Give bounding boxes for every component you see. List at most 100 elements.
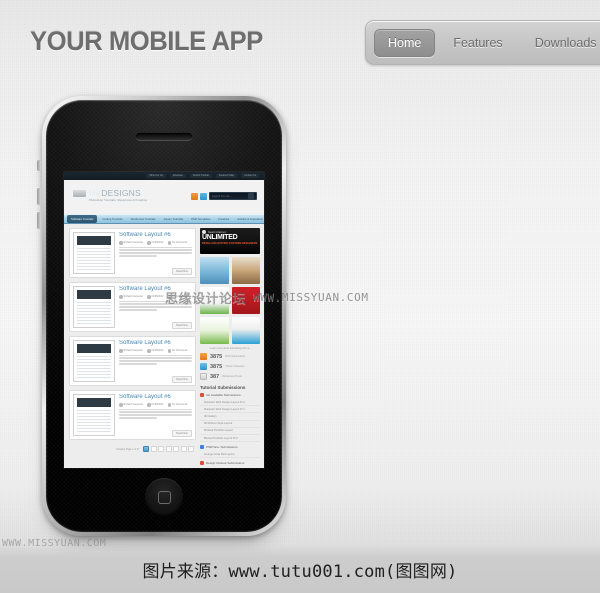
nav-item-features[interactable]: Features bbox=[439, 29, 516, 57]
post-author: Richard Carpenter bbox=[119, 241, 143, 245]
magnifier-icon[interactable] bbox=[248, 193, 254, 199]
volume-up-button[interactable] bbox=[37, 188, 41, 205]
sidebar-list-item[interactable]: Grunge Coda Pad Layout bbox=[200, 451, 260, 459]
post-item[interactable]: Software Layout #6 Richard Carpenter 01/… bbox=[69, 336, 196, 386]
ad-tile-5[interactable] bbox=[200, 317, 229, 344]
sidebar-group-label: Iori Available Submissions bbox=[206, 393, 241, 397]
post-comments: No Comments bbox=[167, 403, 187, 407]
sidebar-group-label: PSDTuts+ Submissions bbox=[206, 445, 238, 450]
read-more-button[interactable]: Read More bbox=[172, 321, 192, 329]
rss-icon[interactable] bbox=[191, 192, 198, 200]
ad-tile-2[interactable] bbox=[231, 257, 260, 284]
pagination-page-6[interactable] bbox=[180, 446, 187, 452]
website-nav-wordpress[interactable]: Wordpress Tutorials bbox=[128, 217, 159, 221]
utility-link-freebie[interactable]: Freebie Friday bbox=[215, 173, 238, 179]
pagination-page-4[interactable] bbox=[165, 446, 172, 452]
logo-text-designs: DESIGNS bbox=[101, 188, 141, 198]
website-nav-jquery[interactable]: Jquery Tutorials bbox=[160, 217, 186, 221]
post-title[interactable]: Software Layout #6 bbox=[119, 394, 192, 401]
post-meta: Richard Carpenter 01/05/2012 No Comments bbox=[119, 241, 192, 245]
post-item[interactable]: Software Layout #6 Richard Carpenter 01/… bbox=[69, 390, 196, 440]
post-readmore-wrap: Read More bbox=[119, 421, 192, 439]
ad-note: Learn more about advertising with us bbox=[210, 347, 250, 350]
bullet-icon bbox=[200, 393, 204, 397]
post-thumbnail bbox=[73, 340, 115, 382]
sidebar-group-1: Iori Available Submissions bbox=[200, 393, 260, 397]
logo-mark-icon bbox=[73, 190, 86, 197]
twitter-icon[interactable] bbox=[200, 192, 207, 200]
stat-number: 387 bbox=[210, 373, 220, 380]
volume-down-button[interactable] bbox=[37, 212, 41, 229]
logo-text: HVDESIGNS bbox=[89, 188, 147, 198]
pagination-page-1[interactable] bbox=[143, 446, 149, 452]
footer-source-text: 图片来源：www.tutu001.com(图图网) bbox=[142, 561, 458, 582]
sidebar-list-item[interactable]: Illustrator Web Design Layout Pt 2 bbox=[200, 399, 260, 407]
website-nav-software[interactable]: Software Tutorials bbox=[67, 215, 98, 223]
utility-link-submit[interactable]: Submit Tutorial bbox=[189, 173, 212, 179]
utility-link-advertise[interactable]: Advertise bbox=[169, 173, 186, 179]
read-more-button[interactable]: Read More bbox=[172, 267, 192, 275]
post-readmore-wrap: Read More bbox=[119, 367, 192, 385]
sidebar-list-item[interactable]: Minimal Portfolio Layout bbox=[200, 428, 260, 435]
post-date: 01/05/2012 bbox=[147, 295, 164, 299]
pagination-page-5[interactable] bbox=[173, 446, 179, 452]
phone-screen[interactable]: Write For Us Advertise Submit Tutorial F… bbox=[64, 172, 264, 468]
stat-caption: Twitter Followers bbox=[225, 365, 245, 368]
utility-link-contact[interactable]: Contact Us bbox=[241, 173, 259, 179]
sidebar-list-item[interactable]: Info Member Illustration bbox=[200, 467, 260, 468]
post-excerpt bbox=[119, 354, 192, 365]
post-author: Richard Carpenter bbox=[119, 403, 143, 407]
sidebar-list-item[interactable]: 3D Gallery bbox=[200, 413, 260, 421]
sidebar-list-item[interactable]: 3D Ribbon Style Layout bbox=[200, 421, 260, 428]
logo-text-hv: HV bbox=[89, 188, 102, 198]
silent-switch[interactable] bbox=[37, 160, 41, 171]
website-nav-psd[interactable]: PSD Templates bbox=[188, 217, 213, 221]
watermark-center: 思缘设计论坛 WWW.MISSYUAN.COM bbox=[165, 288, 369, 307]
website-header: HVDESIGNS Photoshop Tutorials, Resources… bbox=[64, 180, 264, 214]
footer-band: 图片来源：www.tutu001.com(图图网) bbox=[0, 545, 600, 593]
rss-icon bbox=[200, 353, 207, 360]
search-input[interactable]: Search this site... bbox=[209, 192, 257, 200]
stat-caption: Wordpress Posts bbox=[222, 375, 242, 378]
read-more-button[interactable]: Read More bbox=[172, 375, 192, 383]
sidebar-list-item[interactable]: Illustrator Web Design Layout Pt 1 bbox=[200, 406, 260, 414]
ad-banner-hero[interactable]: heart internet UNLIMITED RESELLER HOSTIN… bbox=[200, 228, 260, 254]
post-date: 01/05/2012 bbox=[147, 241, 164, 245]
utility-link-write[interactable]: Write For Us bbox=[146, 173, 166, 179]
post-title[interactable]: Software Layout #6 bbox=[119, 340, 192, 347]
nav-item-home[interactable]: Home bbox=[374, 28, 436, 57]
post-date: 01/05/2012 bbox=[147, 403, 164, 407]
read-more-button[interactable]: Read More bbox=[172, 429, 192, 437]
website-nav-freebies[interactable]: Freebies bbox=[215, 217, 232, 221]
ad-subline: RESELLER HOSTING FOR WEB DESIGNERS bbox=[202, 242, 258, 245]
author-icon bbox=[119, 295, 123, 299]
post-thumbnail bbox=[73, 286, 115, 328]
stats-list: 3875 RSS Subscribers 3875 Twitter Follow… bbox=[200, 353, 260, 380]
pagination-page-2[interactable] bbox=[150, 446, 157, 452]
post-comments: No Comments bbox=[167, 241, 187, 245]
website-logo[interactable]: HVDESIGNS Photoshop Tutorials, Resources… bbox=[73, 189, 147, 202]
post-author: Richard Carpenter bbox=[119, 349, 143, 353]
sidebar-group-label: Design Outlook Submissions bbox=[206, 461, 245, 466]
ad-row-3 bbox=[200, 317, 260, 344]
home-button[interactable] bbox=[145, 478, 183, 516]
website-nav-articles[interactable]: Articles & Inspiration bbox=[234, 217, 264, 221]
post-date: 01/05/2012 bbox=[147, 349, 164, 353]
calendar-icon bbox=[147, 349, 151, 353]
website-nav-coding[interactable]: Coding Tutorials bbox=[99, 217, 125, 221]
ad-tile-1[interactable] bbox=[200, 257, 229, 284]
post-item[interactable]: Software Layout #6 Richard Carpenter 01/… bbox=[69, 228, 196, 278]
ad-tile-6[interactable] bbox=[231, 317, 260, 344]
post-meta: Richard Carpenter 01/05/2012 No Comments bbox=[119, 349, 192, 353]
website-main-column: Software Layout #6 Richard Carpenter 01/… bbox=[64, 224, 200, 468]
nav-item-downloads[interactable]: Downloads bbox=[521, 29, 600, 57]
watermark-chinese-text: 思缘设计论坛 bbox=[165, 292, 247, 307]
ad-headline: UNLIMITED bbox=[202, 234, 238, 241]
post-title[interactable]: Software Layout #6 bbox=[119, 232, 192, 239]
pagination-page-3[interactable] bbox=[158, 446, 164, 452]
post-excerpt bbox=[119, 408, 192, 419]
website-search-area: Search this site... bbox=[191, 192, 257, 200]
pagination-page-7[interactable] bbox=[188, 446, 194, 452]
sidebar-list-item[interactable]: Blurred Portfolio Layout Pt 2 bbox=[200, 435, 260, 443]
stat-twitter: 3875 Twitter Followers bbox=[200, 363, 260, 370]
